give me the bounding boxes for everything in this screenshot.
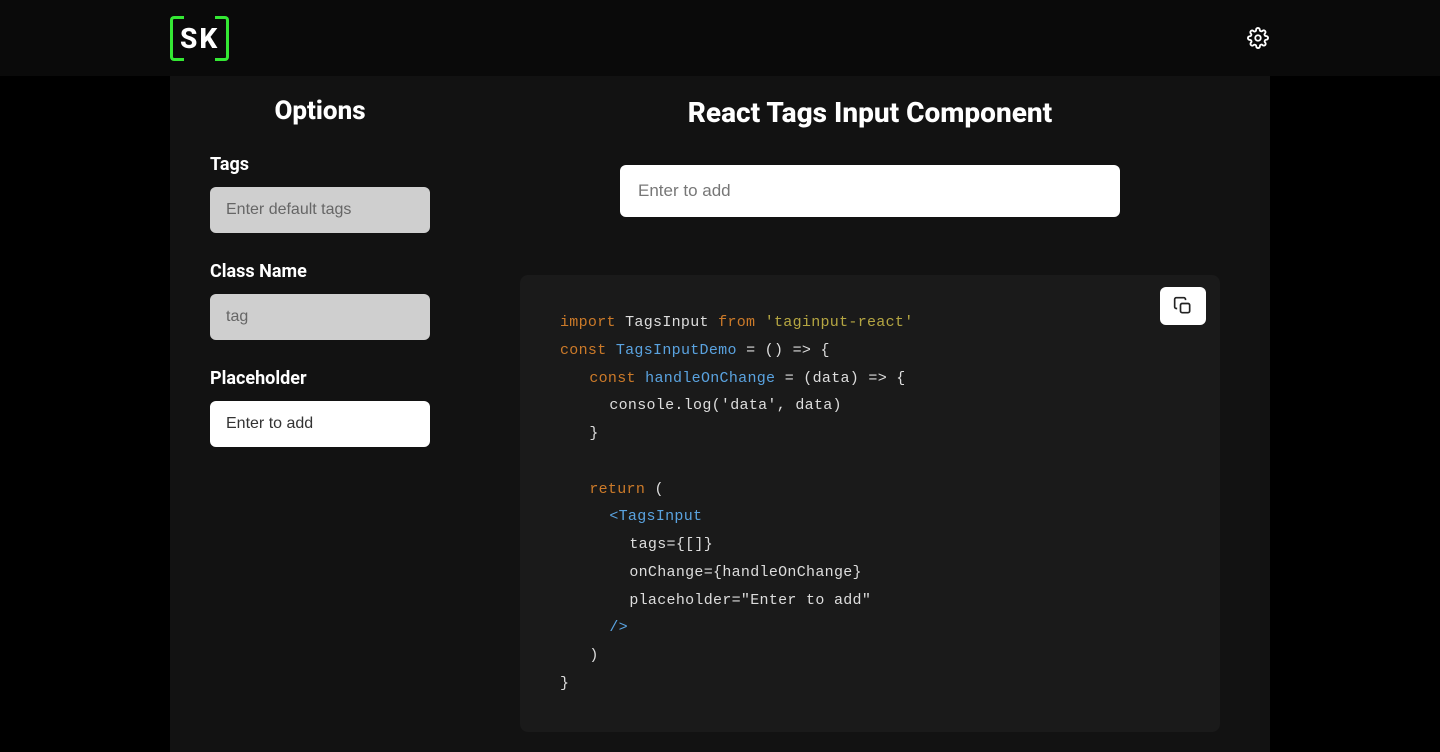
placeholder-input[interactable] <box>210 401 430 447</box>
code-block: import TagsInput from 'taginput-react' c… <box>520 275 1220 732</box>
code-line-4: console.log('data', data) <box>560 392 1180 420</box>
code-line-8: tags={[]} <box>560 531 1180 559</box>
jsx-tag: TagsInput <box>619 508 703 525</box>
str-pkg: 'taginput-react' <box>765 314 914 331</box>
id-tagsinput: TagsInput <box>625 314 709 331</box>
code-line-11: /> <box>560 614 1180 642</box>
options-title: Options <box>210 96 430 126</box>
code-line-1: import TagsInput from 'taginput-react' <box>560 309 1180 337</box>
close-brace1: } <box>589 425 598 442</box>
prop-placeholder: placeholder="Enter to add" <box>629 592 871 609</box>
final-brace: } <box>560 675 569 692</box>
copy-button[interactable] <box>1160 287 1206 325</box>
console-line: console.log('data', data) <box>609 397 842 414</box>
code-line-2: const TagsInputDemo = () => { <box>560 337 1180 365</box>
bracket-left-icon <box>170 16 184 61</box>
code-line-12: ) <box>560 642 1180 670</box>
app-header: SK <box>0 0 1440 76</box>
gear-icon <box>1247 27 1269 49</box>
classname-input[interactable] <box>210 294 430 340</box>
main-panel: React Tags Input Component import TagsIn… <box>470 76 1270 752</box>
code-line-6: return ( <box>560 476 1180 504</box>
content-area: Options Tags Class Name Placeholder Reac… <box>170 76 1270 752</box>
code-line-7: <TagsInput <box>560 503 1180 531</box>
settings-button[interactable] <box>1246 26 1270 50</box>
options-sidebar: Options Tags Class Name Placeholder <box>170 76 470 752</box>
kw-from: from <box>718 314 755 331</box>
paren-close: ) <box>589 647 598 664</box>
code-line-3: const handleOnChange = (data) => { <box>560 365 1180 393</box>
logo-text: SK <box>180 22 219 55</box>
tags-input[interactable] <box>210 187 430 233</box>
bracket-right-icon <box>215 16 229 61</box>
tags-label: Tags <box>210 154 430 175</box>
kw-const2: const <box>589 370 636 387</box>
placeholder-label: Placeholder <box>210 368 430 389</box>
code-line-10: placeholder="Enter to add" <box>560 587 1180 615</box>
jsx-open: < <box>609 508 618 525</box>
classname-label: Class Name <box>210 261 430 282</box>
field-placeholder: Placeholder <box>210 368 430 447</box>
id-demo: TagsInputDemo <box>616 342 737 359</box>
code-line-5: } <box>560 420 1180 448</box>
jsx-close: /> <box>609 619 628 636</box>
code-line-9: onChange={handleOnChange} <box>560 559 1180 587</box>
copy-icon <box>1173 296 1193 316</box>
logo[interactable]: SK <box>170 16 229 61</box>
return-open: ( <box>654 481 663 498</box>
tags-demo-input[interactable] <box>620 165 1120 217</box>
handle-arrow: = (data) => { <box>785 370 906 387</box>
kw-const: const <box>560 342 607 359</box>
id-handle: handleOnChange <box>645 370 775 387</box>
page-title: React Tags Input Component <box>520 96 1220 129</box>
kw-return: return <box>589 481 645 498</box>
field-classname: Class Name <box>210 261 430 340</box>
prop-onchange: onChange={handleOnChange} <box>629 564 862 581</box>
kw-import: import <box>560 314 616 331</box>
arrow-open: = () => { <box>746 342 830 359</box>
prop-tags: tags={[]} <box>629 536 713 553</box>
field-tags: Tags <box>210 154 430 233</box>
